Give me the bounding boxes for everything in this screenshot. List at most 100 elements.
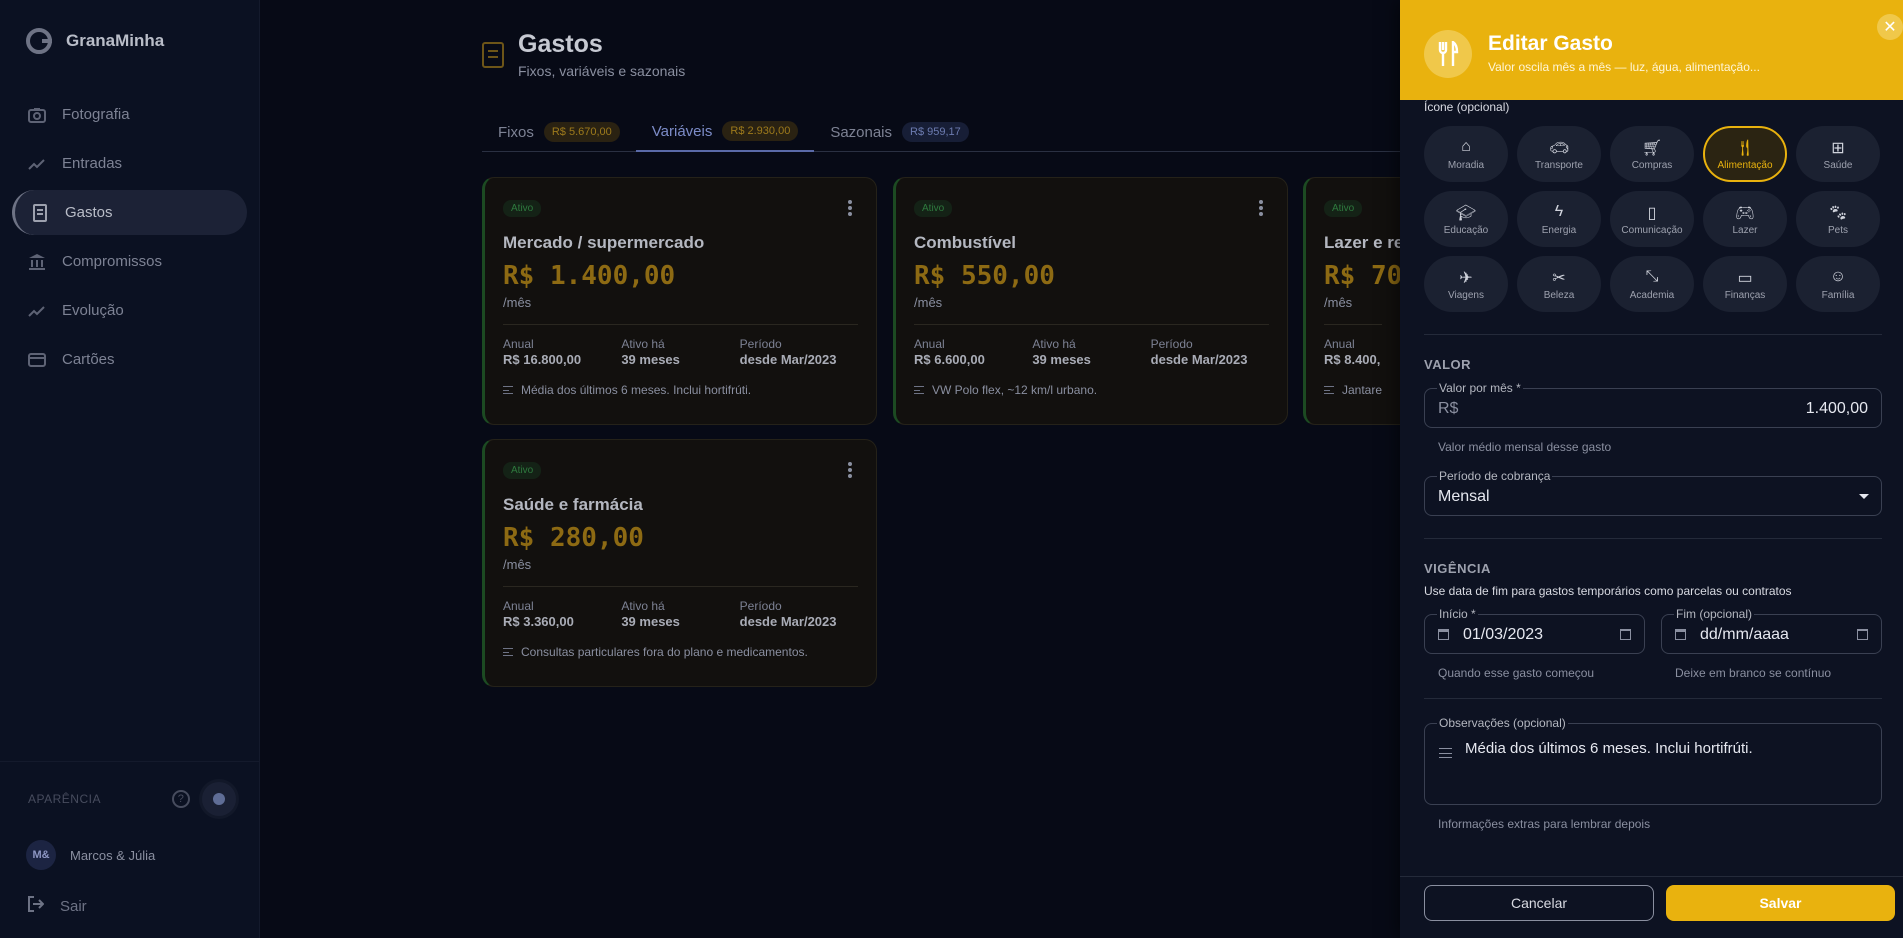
close-icon[interactable]: ✕ [1877,14,1903,40]
observacoes-textarea[interactable]: Observações (opcional) Média dos últimos… [1424,716,1882,805]
tab-variaveis[interactable]: Variáveis R$ 2.930,00 [635,112,815,152]
icon-option-viagens[interactable]: ✈ Viagens [1424,256,1508,312]
valor-hint: Valor médio mensal desse gasto [1438,440,1612,454]
icon-option-familia[interactable]: ☺ Família [1796,256,1880,312]
page-header: Gastos Fixos, variáveis e sazonais [482,30,685,79]
drawer-title: Editar Gasto [1488,32,1613,55]
card-note: Média dos últimos 6 meses. Inclui hortif… [503,383,858,397]
gamepad-icon: 🎮︎ [1734,204,1756,222]
card-title: Combustível [914,233,1017,252]
stat-active: Ativo há 39 meses [621,599,680,629]
status-badge: Ativo [914,200,953,217]
expense-card[interactable]: Ativo Combustível R$ 550,00 /mês Anual R$… [893,177,1288,425]
icon-option-lazer[interactable]: 🎮︎ Lazer [1703,191,1787,247]
stat-period: Período desde Mar/2023 [1150,337,1248,367]
sidebar-item-fotografia[interactable]: Fotografia [12,92,247,137]
sidebar-nav: Fotografia Entradas Gastos Compromissos [0,92,259,382]
stat-annual: Anual R$ 8.400, [1324,337,1381,367]
icon-option-beleza[interactable]: ✂ Beleza [1517,256,1601,312]
card-amount: R$ 550,00 [914,261,1055,291]
car-icon: 🚗︎ [1548,139,1570,157]
sidebar-item-label: Compromissos [62,253,163,270]
card-note: VW Polo flex, ~12 km/l urbano. [914,383,1269,397]
currency-prefix: R$ [1438,400,1459,417]
drawer-subtitle: Valor oscila mês a mês — luz, água, alim… [1488,60,1760,74]
divider [1424,538,1882,539]
sidebar-item-gastos[interactable]: Gastos [12,190,247,235]
page-title: Gastos [518,30,603,58]
camera-icon [28,106,46,124]
logout-button[interactable]: Sair [0,880,260,938]
brand[interactable]: GranaMinha [0,0,259,82]
expense-card[interactable]: Ativo Mercado / supermercado R$ 1.400,00… [482,177,877,425]
edit-expense-drawer: Editar Gasto Valor oscila mês a mês — lu… [1400,0,1903,938]
icon-option-saude[interactable]: ⊞ Saúde [1796,126,1880,182]
tab-label: Sazonais [830,123,893,141]
valor-field[interactable]: Valor por mês * R$ 1.400,00 [1424,381,1882,428]
trending-up-icon [28,302,46,320]
icon-option-energia[interactable]: ϟ Energia [1517,191,1601,247]
tab-fixos[interactable]: Fixos R$ 5.670,00 [482,112,636,152]
expense-card[interactable]: Ativo Saúde e farmácia R$ 280,00 /mês An… [482,439,877,687]
icon-option-financas[interactable]: ▭ Finanças [1703,256,1787,312]
periodo-select[interactable]: Período de cobrança Mensal [1424,469,1882,516]
icon-option-transporte[interactable]: 🚗︎ Transporte [1517,126,1601,182]
more-vert-icon[interactable] [848,200,852,216]
divider [503,324,858,325]
calendar-icon [1675,629,1686,640]
more-vert-icon[interactable] [848,462,852,478]
divider [503,586,858,587]
inicio-group: Início * 01/03/2023 Quando esse gasto co… [1424,598,1645,680]
card-period-unit: /mês [914,295,943,310]
stat-annual: Anual R$ 3.360,00 [503,599,574,629]
card-icon: ▭ [1737,269,1753,287]
icon-option-compras[interactable]: 🛒︎ Compras [1610,126,1694,182]
icon-option-educacao[interactable]: 🎓︎ Educação [1424,191,1508,247]
sidebar-item-cartoes[interactable]: Cartões [12,337,247,382]
notes-icon [503,386,513,394]
stat-active: Ativo há 39 meses [1032,337,1091,367]
card-title: Mercado / supermercado [503,233,705,252]
vigencia-description: Use data de fim para gastos temporários … [1424,584,1792,598]
valor-section-title: VALOR [1424,357,1472,372]
sidebar-item-label: Evolução [62,302,124,319]
fim-hint: Deixe em branco se contínuo [1675,666,1832,680]
app-root: GranaMinha Fotografia Entradas Gastos Co… [0,0,1903,938]
icon-option-alimentacao[interactable]: 🍴︎ Alimentação [1703,126,1787,182]
sidebar-item-evolucao[interactable]: Evolução [12,288,247,333]
card-period-unit: /mês [503,557,532,572]
logout-label: Sair [60,897,87,915]
inicio-date-value: 01/03/2023 [1463,626,1544,643]
divider [1424,698,1882,699]
fim-date-field[interactable]: Fim (opcional) dd/mm/aaaa [1661,607,1882,654]
health-icon: ⊞ [1831,139,1845,157]
save-button[interactable]: Salvar [1666,885,1895,921]
status-badge: Ativo [503,462,542,479]
card-period-unit: /mês [1324,295,1353,310]
icon-option-academia[interactable]: ⤡ Academia [1610,256,1694,312]
icon-option-comunicacao[interactable]: ▯ Comunicação [1610,191,1694,247]
card-note-text: Média dos últimos 6 meses. Inclui hortif… [521,383,752,397]
help-icon[interactable]: ? [172,790,190,808]
user-profile[interactable]: M& Marcos & Júlia [0,830,260,880]
notes-icon [1324,386,1334,394]
inicio-date-field[interactable]: Início * 01/03/2023 [1424,607,1645,654]
user-name: Marcos & Júlia [70,847,156,863]
icon-option-pets[interactable]: 🐾︎ Pets [1796,191,1880,247]
card-amount: R$ 280,00 [503,523,644,553]
icon-option-moradia[interactable]: ⌂ Moradia [1424,126,1508,182]
sidebar-item-entradas[interactable]: Entradas [12,141,247,186]
more-vert-icon[interactable] [1259,200,1263,216]
expense-card[interactable]: Ativo Lazer e res R$ 70 /mês AnualR$ 8.4… [1303,177,1400,425]
sidebar-item-label: Entradas [62,155,123,172]
sidebar-item-compromissos[interactable]: Compromissos [12,239,247,284]
tab-sazonais[interactable]: Sazonais R$ 959,17 [814,112,984,152]
icon-section-label: Ícone (opcional) [1424,100,1510,114]
calendar-picker-icon[interactable] [1620,629,1631,640]
calendar-picker-icon[interactable] [1857,629,1868,640]
theme-toggle-button[interactable] [202,782,236,816]
bolt-icon: ϟ [1554,202,1564,220]
expense-tabs: Fixos R$ 5.670,00 Variáveis R$ 2.930,00 … [482,112,1402,152]
cancel-button[interactable]: Cancelar [1424,885,1654,921]
sidebar-item-label: Cartões [62,351,115,368]
